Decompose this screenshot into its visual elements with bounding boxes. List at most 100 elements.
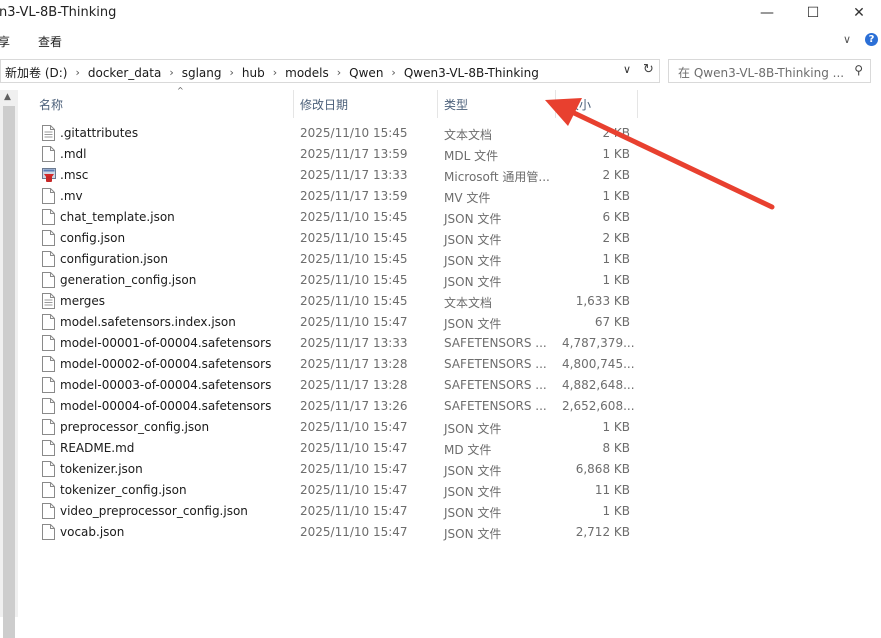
file-row[interactable]: .mdl 2025/11/17 13:59 MDL 文件 1 KB — [0, 144, 881, 165]
window-title: n3-VL-8B-Thinking — [0, 5, 117, 20]
breadcrumb-item[interactable]: hub — [238, 66, 269, 80]
file-date: 2025/11/10 15:47 — [300, 315, 408, 329]
file-row[interactable]: configuration.json 2025/11/10 15:45 JSON 文… — [0, 249, 881, 270]
file-row[interactable]: .mv 2025/11/17 13:59 MV 文件 1 KB — [0, 186, 881, 207]
file-row[interactable]: merges 2025/11/10 15:45 文本文档 1,633 KB — [0, 291, 881, 312]
ribbon-expand-icon[interactable]: ∨ — [843, 33, 851, 46]
file-row[interactable]: config.json 2025/11/10 15:45 JSON 文件 2 KB — [0, 228, 881, 249]
column-divider[interactable] — [437, 90, 438, 118]
file-icon — [42, 188, 55, 204]
breadcrumb-item[interactable]: models — [281, 66, 333, 80]
file-type: MDL 文件 — [444, 149, 499, 163]
breadcrumb-item[interactable]: sglang — [178, 66, 226, 80]
address-bar[interactable]: 新加卷 (D:) › docker_data › sglang › hub › models › Q… — [0, 59, 660, 83]
file-name: .mdl — [60, 147, 87, 161]
breadcrumb-item[interactable]: docker_data — [84, 66, 165, 80]
breadcrumb-item[interactable]: Qwen3-VL-8B-Thinking — [400, 66, 543, 80]
file-date: 2025/11/17 13:33 — [300, 168, 408, 182]
file-name: .mv — [60, 189, 83, 203]
file-date: 2025/11/17 13:28 — [300, 357, 408, 371]
file-date: 2025/11/10 15:47 — [300, 441, 408, 455]
column-divider[interactable] — [637, 90, 638, 118]
scroll-up-icon[interactable]: ▲ — [4, 92, 11, 102]
file-row[interactable]: tokenizer.json 2025/11/10 15:47 JSON 文件 6,8… — [0, 459, 881, 480]
help-icon[interactable]: ? — [865, 33, 878, 46]
file-row[interactable]: model-00001-of-00004.safetensors 2025/11/… — [0, 333, 881, 354]
maximize-button[interactable]: ☐ — [790, 0, 836, 26]
file-date: 2025/11/17 13:59 — [300, 189, 408, 203]
file-date: 2025/11/17 13:59 — [300, 147, 408, 161]
breadcrumb-separator-icon[interactable]: › — [165, 66, 177, 79]
minimize-button[interactable]: — — [744, 0, 790, 26]
column-header-name[interactable]: 名称 — [39, 96, 63, 113]
column-divider[interactable] — [293, 90, 294, 118]
file-date: 2025/11/17 13:33 — [300, 336, 408, 350]
search-input[interactable]: 在 Qwen3-VL-8B-Thinking ... ⚲ — [668, 59, 871, 83]
breadcrumb-separator-icon[interactable]: › — [226, 66, 238, 79]
file-type: JSON 文件 — [444, 254, 502, 268]
file-icon — [42, 377, 55, 393]
file-name: model.safetensors.index.json — [60, 315, 236, 329]
file-icon — [42, 146, 55, 162]
file-row[interactable]: model-00002-of-00004.safetensors 2025/11/… — [0, 354, 881, 375]
file-row[interactable]: model.safetensors.index.json 2025/11/10 1… — [0, 312, 881, 333]
file-date: 2025/11/10 15:45 — [300, 126, 408, 140]
refresh-icon[interactable]: ↻ — [643, 62, 654, 77]
file-size: 1 KB — [602, 504, 630, 518]
column-header-type[interactable]: 类型 — [444, 96, 468, 113]
file-row[interactable]: model-00004-of-00004.safetensors 2025/11/… — [0, 396, 881, 417]
tab-view[interactable]: 查看 — [38, 33, 62, 50]
file-icon — [42, 314, 55, 330]
breadcrumb-item[interactable]: 新加卷 (D:) — [1, 64, 71, 81]
file-icon — [42, 230, 55, 246]
file-name: model-00002-of-00004.safetensors — [60, 357, 272, 371]
file-row[interactable]: README.md 2025/11/10 15:47 MD 文件 8 KB — [0, 438, 881, 459]
column-divider[interactable] — [555, 90, 556, 118]
file-name: .gitattributes — [60, 126, 139, 140]
file-type: SAFETENSORS ... — [444, 336, 547, 350]
file-type: SAFETENSORS ... — [444, 357, 547, 371]
file-row[interactable]: model-00003-of-00004.safetensors 2025/11/… — [0, 375, 881, 396]
file-name: config.json — [60, 231, 126, 245]
title-bar: n3-VL-8B-Thinking — ☐ ✕ — [0, 0, 881, 26]
file-row[interactable]: chat_template.json 2025/11/10 15:45 JSON 文… — [0, 207, 881, 228]
file-type: JSON 文件 — [444, 464, 502, 478]
file-name: generation_config.json — [60, 273, 197, 287]
file-row[interactable]: .gitattributes 2025/11/10 15:45 文本文档 2 KB — [0, 123, 881, 144]
file-date: 2025/11/10 15:47 — [300, 504, 408, 518]
breadcrumb-separator-icon[interactable]: › — [333, 66, 345, 79]
file-icon — [42, 356, 55, 372]
file-date: 2025/11/10 15:47 — [300, 420, 408, 434]
search-placeholder: 在 Qwen3-VL-8B-Thinking ... — [678, 66, 845, 80]
column-header-date[interactable]: 修改日期 — [300, 96, 348, 113]
file-type: JSON 文件 — [444, 275, 502, 289]
tab-share[interactable]: 享 — [0, 33, 10, 50]
file-name: configuration.json — [60, 252, 168, 266]
file-icon — [42, 461, 55, 477]
file-name: merges — [60, 294, 106, 308]
file-size: 1 KB — [602, 147, 630, 161]
file-size: 1 KB — [602, 420, 630, 434]
breadcrumb-separator-icon[interactable]: › — [71, 66, 83, 79]
breadcrumb-separator-icon[interactable]: › — [387, 66, 399, 79]
file-size: 8 KB — [602, 441, 630, 455]
file-type: JSON 文件 — [444, 485, 502, 499]
column-header-size[interactable]: 大小 — [567, 96, 591, 113]
file-row[interactable]: video_preprocessor_config.json 2025/11/10… — [0, 501, 881, 522]
breadcrumb-separator-icon[interactable]: › — [269, 66, 281, 79]
file-row[interactable]: generation_config.json 2025/11/10 15:45 JS… — [0, 270, 881, 291]
file-row[interactable]: tokenizer_config.json 2025/11/10 15:47 JSO… — [0, 480, 881, 501]
close-button[interactable]: ✕ — [836, 0, 881, 26]
file-icon — [42, 524, 55, 540]
file-type: SAFETENSORS ... — [444, 378, 547, 392]
file-size: 2 KB — [602, 168, 630, 182]
breadcrumb: 新加卷 (D:) › docker_data › sglang › hub › models › Q… — [1, 64, 543, 81]
search-icon[interactable]: ⚲ — [854, 63, 863, 77]
file-row[interactable]: preprocessor_config.json 2025/11/10 15:47… — [0, 417, 881, 438]
file-row[interactable]: .msc 2025/11/17 13:33 Microsoft 通用管... 2 KB — [0, 165, 881, 186]
file-row[interactable]: vocab.json 2025/11/10 15:47 JSON 文件 2,712 K… — [0, 522, 881, 543]
address-dropdown-icon[interactable]: ∨ — [623, 63, 631, 76]
file-size: 11 KB — [594, 483, 630, 497]
breadcrumb-item[interactable]: Qwen — [345, 66, 387, 80]
file-icon — [42, 419, 55, 435]
